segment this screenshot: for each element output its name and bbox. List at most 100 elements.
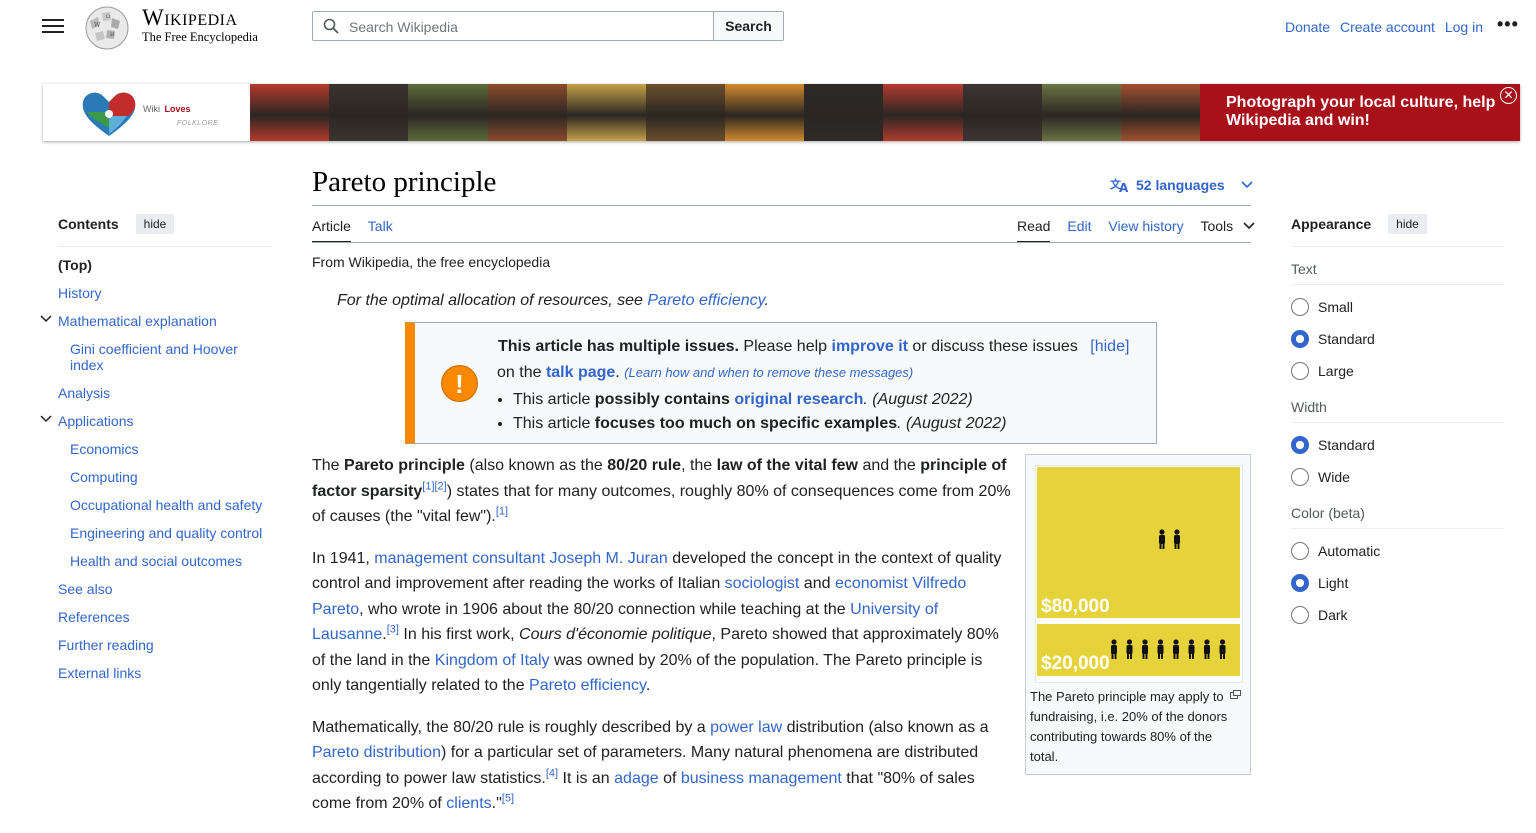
citation-link[interactable]: [5] — [502, 793, 514, 805]
citation-link[interactable]: [1] — [496, 506, 508, 518]
toc-item-occupational-health-and-safety[interactable]: Occupational health and safety — [70, 497, 271, 513]
radio-button[interactable] — [1291, 542, 1309, 560]
link-pareto-efficiency[interactable]: Pareto efficiency — [529, 677, 646, 694]
bold-term: Pareto principle — [344, 457, 465, 474]
talk-page-link[interactable]: talk page — [546, 364, 615, 381]
tab-talk[interactable]: Talk — [368, 218, 393, 241]
citation-link[interactable]: [3] — [387, 624, 399, 636]
tab-read[interactable]: Read — [1017, 218, 1051, 243]
svg-text:И: И — [110, 32, 115, 38]
radio-width-wide[interactable]: Wide — [1291, 461, 1504, 493]
toc-item-mathematical-explanation[interactable]: Mathematical explanation — [40, 313, 271, 329]
toc-item-history[interactable]: History — [58, 285, 271, 301]
toc-item-references[interactable]: References — [58, 609, 271, 625]
log-in-link[interactable]: Log in — [1445, 19, 1483, 35]
toc-item-computing[interactable]: Computing — [70, 469, 271, 485]
radio-label: Dark — [1318, 607, 1348, 623]
radio-button[interactable] — [1291, 468, 1309, 486]
bottom-amount-label: $20,000 — [1041, 653, 1110, 674]
banner-logo-folklore: FOLKLORE — [177, 120, 219, 127]
link-joseph-juran[interactable]: Joseph M. Juran — [550, 550, 668, 567]
create-account-link[interactable]: Create account — [1340, 19, 1435, 35]
toc-item-engineering-and-quality-control[interactable]: Engineering and quality control — [70, 525, 271, 541]
chevron-down-icon — [1241, 181, 1253, 189]
link-business-management[interactable]: business management — [681, 770, 842, 787]
language-selector[interactable]: 文 A 52 languages — [1110, 177, 1253, 195]
toc-item-analysis[interactable]: Analysis — [58, 385, 271, 401]
link-management-consultant[interactable]: management consultant — [374, 550, 545, 567]
banner-photo — [725, 84, 805, 141]
radio-color-light[interactable]: Light — [1291, 567, 1504, 599]
link-economist[interactable]: economist — [835, 575, 908, 592]
radio-button[interactable] — [1291, 574, 1309, 592]
issue-1-text: This article — [513, 391, 595, 408]
wikipedia-globe-logo[interactable]: W Ω И — [80, 3, 132, 51]
search-icon — [323, 18, 339, 34]
toc-hide-button[interactable]: hide — [135, 214, 175, 234]
person-icon-leg — [1174, 543, 1177, 549]
toc-item-economics[interactable]: Economics — [70, 441, 271, 457]
person-icon-head — [1219, 639, 1226, 645]
campaign-banner[interactable]: Wiki Loves FOLKLORE Photograph your loca… — [43, 84, 1520, 141]
article-body: The Pareto principle (also known as the … — [312, 453, 1012, 833]
toc-chevron-icon[interactable] — [40, 413, 52, 429]
link-pareto-distribution[interactable]: Pareto distribution — [312, 744, 441, 761]
person-icon-head — [1126, 639, 1133, 645]
person-icon-head — [1204, 639, 1210, 645]
hatnote-link[interactable]: Pareto efficiency — [647, 292, 764, 309]
link-kingdom-of-italy[interactable]: Kingdom of Italy — [435, 652, 550, 669]
text: and — [799, 575, 835, 592]
search-field[interactable] — [312, 11, 714, 42]
link-adage[interactable]: adage — [614, 770, 659, 787]
tools-chevron-down-icon[interactable] — [1243, 221, 1255, 231]
infobox-thumbnail: $80,000 $20,000 The Pareto principle may … — [1025, 454, 1251, 775]
original-research-link[interactable]: original research — [734, 391, 863, 408]
radio-color-automatic[interactable]: Automatic — [1291, 535, 1504, 567]
toc-item-gini-coefficient-and-hoover-index[interactable]: Gini coefficient and Hoover index — [70, 341, 271, 373]
notice-hide-link[interactable]: [hide] — [1090, 338, 1129, 355]
radio-button[interactable] — [1291, 298, 1309, 316]
radio-text-standard[interactable]: Standard — [1291, 323, 1504, 355]
search-button[interactable]: Search — [713, 11, 784, 41]
banner-close-icon[interactable]: ✕ — [1500, 87, 1517, 104]
learn-how-link[interactable]: (Learn how and when to remove these mess… — [624, 365, 913, 380]
radio-button[interactable] — [1291, 436, 1309, 454]
radio-button[interactable] — [1291, 606, 1309, 624]
wikipedia-wordmark[interactable]: Wikipedia The Free Encyclopedia — [142, 6, 258, 45]
toc-item-applications[interactable]: Applications — [40, 413, 271, 429]
radio-button[interactable] — [1291, 330, 1309, 348]
radio-button[interactable] — [1291, 362, 1309, 380]
radio-label: Small — [1318, 299, 1354, 315]
citation-link[interactable]: [2] — [435, 480, 447, 492]
banner-call-to-action[interactable]: Photograph your local culture, help Wiki… — [1200, 84, 1520, 141]
link-sociologist[interactable]: sociologist — [725, 575, 800, 592]
toc-item-health-and-social-outcomes[interactable]: Health and social outcomes — [70, 553, 271, 569]
pareto-fundraising-image[interactable]: $80,000 $20,000 — [1035, 465, 1243, 683]
tab-article[interactable]: Article — [312, 218, 351, 243]
radio-width-standard[interactable]: Standard — [1291, 429, 1504, 461]
donate-link[interactable]: Donate — [1285, 19, 1330, 35]
radio-color-dark[interactable]: Dark — [1291, 599, 1504, 631]
tab-edit[interactable]: Edit — [1067, 218, 1091, 241]
more-options-icon[interactable]: ••• — [1497, 14, 1519, 35]
appearance-header: Appearance hide — [1291, 210, 1504, 247]
citation-link[interactable]: [1] — [422, 480, 434, 492]
toc-item-external-links[interactable]: External links — [58, 665, 271, 681]
toc-item-see-also[interactable]: See also — [58, 581, 271, 597]
toc-item-label: References — [58, 609, 130, 625]
link-power-law[interactable]: power law — [710, 719, 782, 736]
appearance-hide-button[interactable]: hide — [1388, 214, 1427, 234]
toc-item-top[interactable]: (Top) — [58, 257, 271, 273]
radio-text-large[interactable]: Large — [1291, 355, 1504, 387]
radio-text-small[interactable]: Small — [1291, 291, 1504, 323]
search-input[interactable] — [347, 12, 711, 42]
toc-item-further-reading[interactable]: Further reading — [58, 637, 271, 653]
banner-photo — [250, 84, 330, 141]
improve-it-link[interactable]: improve it — [832, 338, 908, 355]
tab-view-history[interactable]: View history — [1108, 218, 1183, 241]
main-menu-button[interactable] — [42, 16, 64, 36]
link-clients[interactable]: clients — [446, 795, 491, 812]
toc-chevron-icon[interactable] — [40, 313, 52, 329]
tab-tools[interactable]: Tools — [1200, 218, 1233, 241]
citation-link[interactable]: [4] — [546, 767, 558, 779]
